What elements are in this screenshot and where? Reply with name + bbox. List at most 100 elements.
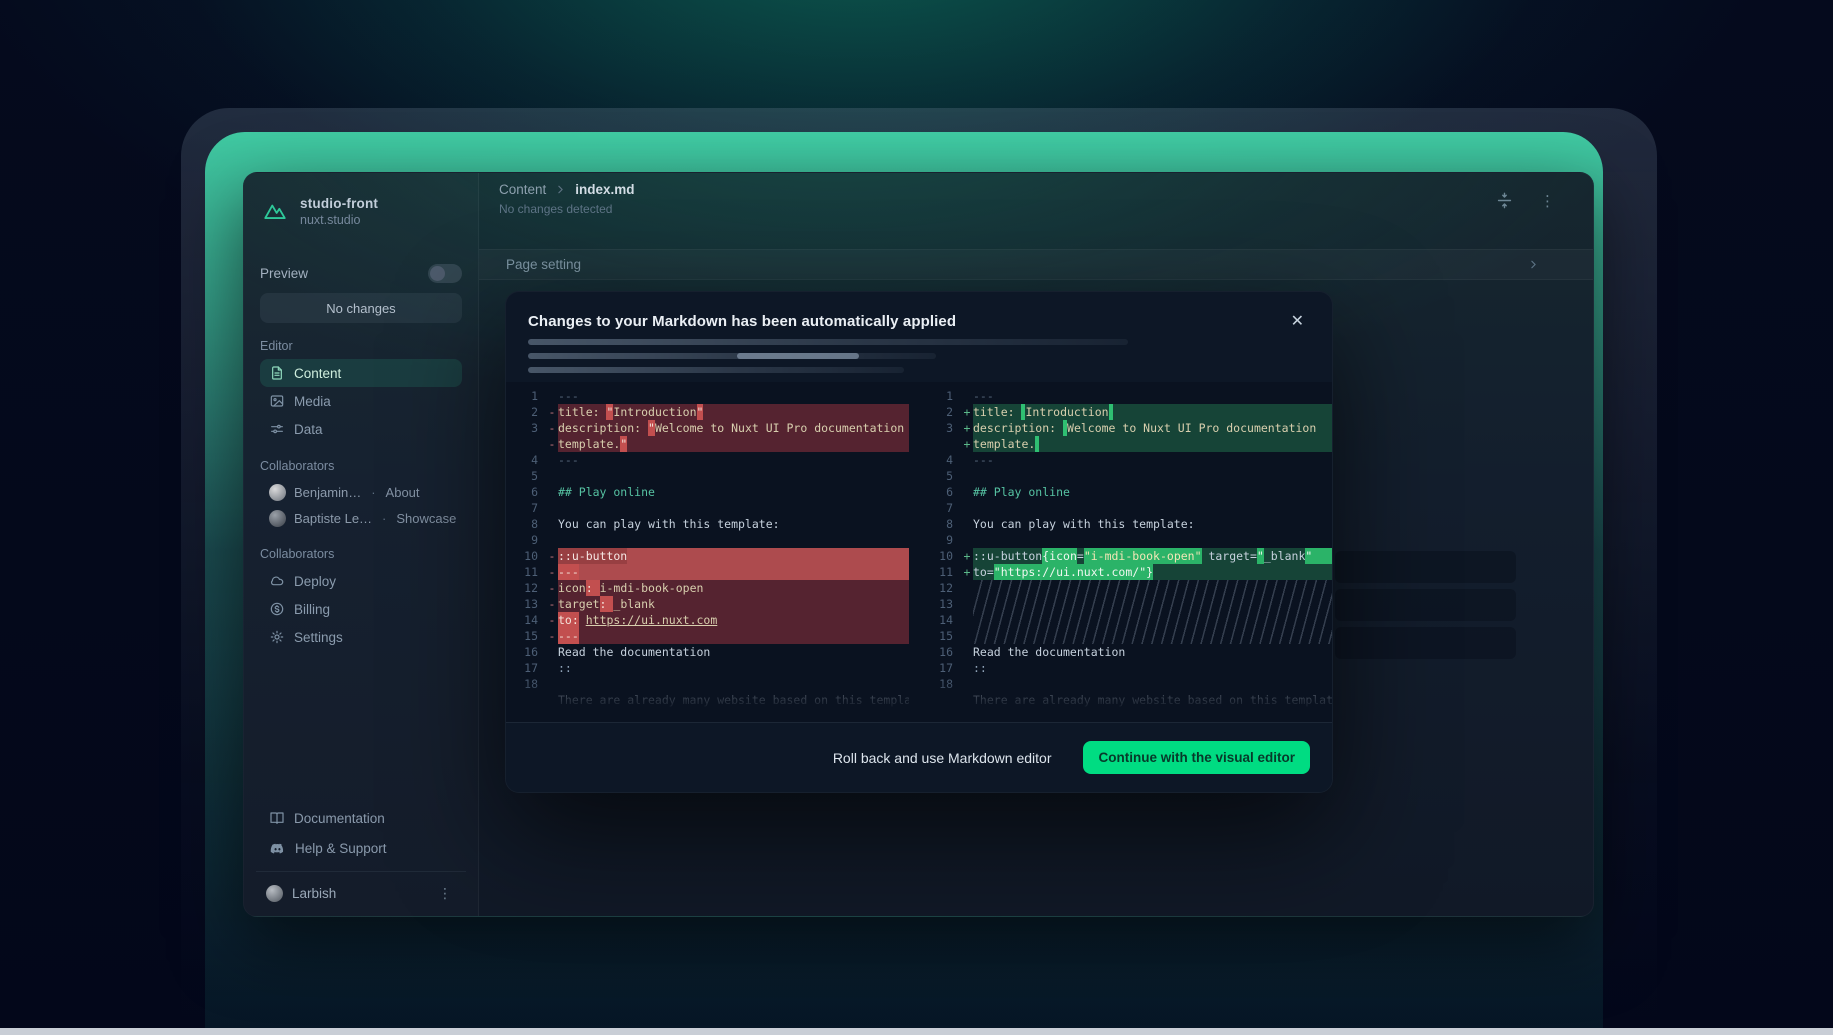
cloud-icon bbox=[269, 573, 285, 589]
line-number: 8 bbox=[506, 516, 546, 532]
line-number: 17 bbox=[506, 660, 546, 676]
line-number bbox=[506, 436, 546, 452]
collapse-vertical-icon[interactable] bbox=[1495, 191, 1514, 210]
diff-marker bbox=[546, 468, 558, 484]
code-text bbox=[973, 500, 1332, 516]
line-number: 11 bbox=[506, 564, 546, 580]
page-setting-section[interactable]: Page setting bbox=[479, 249, 1593, 280]
diff-line: 9 bbox=[921, 532, 1332, 548]
sidebar-item-billing[interactable]: Billing bbox=[260, 595, 462, 623]
code-text: There are already many website based on … bbox=[973, 692, 1332, 708]
project-switcher[interactable]: studio-front nuxt.studio bbox=[260, 189, 462, 233]
sidebar-footer: DocumentationHelp & Support bbox=[260, 803, 462, 863]
code-text: title: Introduction bbox=[973, 404, 1332, 420]
line-number: 17 bbox=[921, 660, 961, 676]
diff-line: 8You can play with this template: bbox=[921, 516, 1332, 532]
code-text: template. bbox=[973, 436, 1332, 452]
diff-marker bbox=[546, 452, 558, 468]
sidebar-section: Editor Content Media Data bbox=[260, 339, 462, 443]
diff-line: 9 bbox=[506, 532, 909, 548]
diff-marker bbox=[546, 500, 558, 516]
line-number: 16 bbox=[506, 644, 546, 660]
code-text: ::u-button bbox=[558, 548, 909, 564]
line-number: 7 bbox=[506, 500, 546, 516]
diff-line: 5 bbox=[921, 468, 1332, 484]
code-text: Read the documentation bbox=[558, 644, 909, 660]
diff-line: 16Read the documentation bbox=[921, 644, 1332, 660]
kebab-menu-icon[interactable]: ⋮ bbox=[434, 885, 456, 902]
form-field-skeleton bbox=[1335, 551, 1516, 583]
breadcrumb: Content index.md bbox=[499, 182, 635, 197]
collaborator-row[interactable]: Baptiste Le…·Showcase bbox=[260, 505, 462, 531]
preview-row: Preview bbox=[260, 263, 462, 283]
kebab-menu-icon[interactable]: ⋮ bbox=[1540, 192, 1555, 210]
diff-line: 12-icon: i-mdi-book-open bbox=[506, 580, 909, 596]
nuxt-studio-logo-icon bbox=[260, 196, 290, 226]
diff-marker: - bbox=[546, 548, 558, 564]
diff-line: 11+to="https://ui.nuxt.com/"} bbox=[921, 564, 1332, 580]
diff-line: 7 bbox=[506, 500, 909, 516]
sidebar-item-deploy[interactable]: Deploy bbox=[260, 567, 462, 595]
preview-toggle[interactable] bbox=[428, 264, 462, 283]
line-number: 5 bbox=[921, 468, 961, 484]
code-text bbox=[973, 676, 1332, 692]
sidebar-item-settings[interactable]: Settings bbox=[260, 623, 462, 651]
sidebar-item-label: Media bbox=[294, 394, 331, 409]
sidebar-item-content[interactable]: Content bbox=[260, 359, 462, 387]
document-icon bbox=[269, 365, 285, 381]
section-label: Editor bbox=[260, 339, 462, 353]
diff-line: 13-target: _blank bbox=[506, 596, 909, 612]
line-number: 10 bbox=[921, 548, 961, 564]
diff-panel-old: 1---2-title: "Introduction"3-description… bbox=[506, 388, 909, 722]
code-text: You can play with this template: bbox=[973, 516, 1332, 532]
preview-label: Preview bbox=[260, 266, 308, 281]
diff-line: 2-title: "Introduction" bbox=[506, 404, 909, 420]
toggle-knob bbox=[430, 266, 445, 281]
sidebar-section: CollaboratorsDeployBillingSettings bbox=[260, 547, 462, 651]
diff-line: 3+description: Welcome to Nuxt UI Pro do… bbox=[921, 420, 1332, 436]
diff-marker bbox=[961, 452, 973, 468]
close-icon[interactable]: ✕ bbox=[1291, 314, 1304, 330]
collaborator-name: Benjamin… bbox=[294, 485, 361, 500]
sidebar-item-documentation[interactable]: Documentation bbox=[260, 803, 462, 833]
diff-marker: - bbox=[546, 612, 558, 628]
changes-status: No changes detected bbox=[499, 202, 612, 216]
diff-panel-new: 1---2+title: Introduction3+description: … bbox=[921, 388, 1332, 722]
code-text bbox=[558, 500, 909, 516]
code-text: There are already many website based on … bbox=[558, 692, 909, 708]
no-changes-button[interactable]: No changes bbox=[260, 293, 462, 323]
sidebar-item-label: Content bbox=[294, 366, 341, 381]
line-number: 11 bbox=[921, 564, 961, 580]
code-text: description: "Welcome to Nuxt UI Pro doc… bbox=[558, 420, 909, 436]
diff-line: 16 Read the documentation bbox=[506, 644, 909, 660]
sidebar-item-help-support[interactable]: Help & Support bbox=[260, 833, 462, 863]
user-avatar bbox=[266, 885, 283, 902]
code-text bbox=[973, 532, 1332, 548]
line-number: 12 bbox=[921, 580, 961, 596]
user-menu[interactable]: Larbish ⋮ bbox=[260, 878, 462, 908]
diff-marker bbox=[961, 500, 973, 516]
line-number: 6 bbox=[921, 484, 961, 500]
sidebar-item-data[interactable]: Data bbox=[260, 415, 462, 443]
code-text: icon: i-mdi-book-open bbox=[558, 580, 909, 596]
breadcrumb-content[interactable]: Content bbox=[499, 182, 546, 197]
diff-marker bbox=[961, 660, 973, 676]
diff-marker: - bbox=[546, 628, 558, 644]
sidebar-item-media[interactable]: Media bbox=[260, 387, 462, 415]
continue-button[interactable]: Continue with the visual editor bbox=[1083, 741, 1310, 774]
diff-marker: - bbox=[546, 436, 558, 452]
collaborator-row[interactable]: Benjamin…·About bbox=[260, 479, 462, 505]
breadcrumb-file[interactable]: index.md bbox=[575, 182, 634, 197]
code-text bbox=[558, 468, 909, 484]
line-number bbox=[506, 692, 546, 708]
collaborator-name: Baptiste Le… bbox=[294, 511, 372, 526]
diff-marker: + bbox=[961, 420, 973, 436]
diff-line: 3-description: "Welcome to Nuxt UI Pro d… bbox=[506, 420, 909, 436]
code-text bbox=[973, 468, 1332, 484]
rollback-button[interactable]: Roll back and use Markdown editor bbox=[833, 750, 1052, 766]
project-name: studio-front bbox=[300, 196, 378, 211]
code-text: title: "Introduction" bbox=[558, 404, 909, 420]
header-actions: ⋮ bbox=[1495, 191, 1555, 210]
line-number: 18 bbox=[921, 676, 961, 692]
diff-marker bbox=[546, 532, 558, 548]
